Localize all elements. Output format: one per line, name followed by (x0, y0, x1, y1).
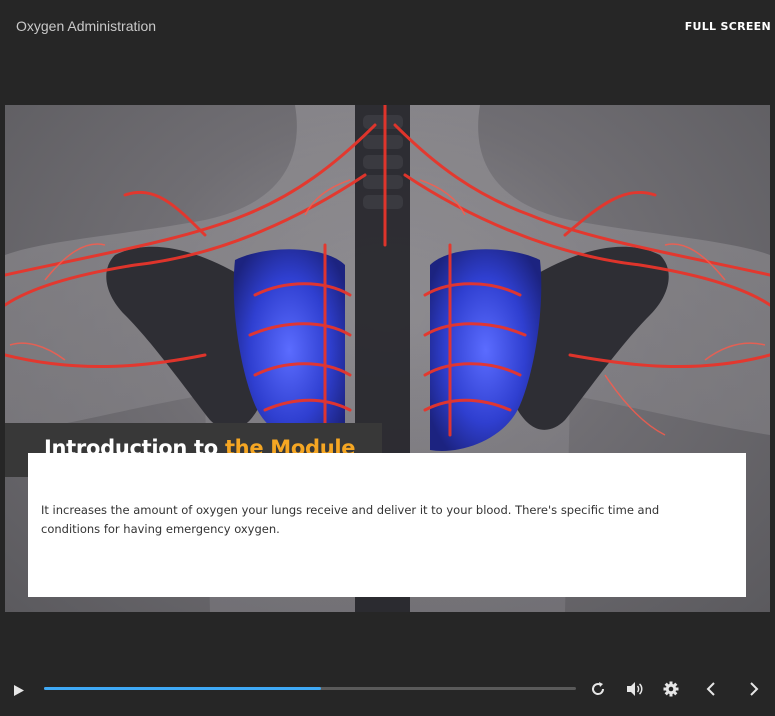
play-icon (14, 685, 24, 696)
replay-button[interactable] (590, 681, 606, 701)
volume-icon (627, 682, 643, 696)
progress-bar[interactable] (44, 687, 576, 690)
slide-area: Introduction to the Module It increases … (5, 105, 770, 612)
previous-button[interactable] (705, 681, 717, 701)
top-bar: Oxygen Administration FULL SCREEN (0, 0, 775, 56)
progress-bar-fill (44, 687, 321, 690)
replay-icon (592, 682, 605, 695)
settings-button[interactable] (663, 681, 679, 701)
settings-icon (663, 681, 679, 697)
slide-body-text: It increases the amount of oxygen your l… (41, 503, 660, 536)
next-icon (750, 682, 759, 696)
app-title: Oxygen Administration (16, 18, 157, 34)
volume-button[interactable] (626, 681, 644, 701)
slide-text-card: It increases the amount of oxygen your l… (28, 453, 746, 597)
player-controls (0, 668, 775, 708)
play-button[interactable] (13, 682, 25, 701)
next-button[interactable] (748, 681, 760, 701)
fullscreen-button[interactable]: FULL SCREEN (685, 20, 771, 33)
previous-icon (706, 682, 715, 696)
